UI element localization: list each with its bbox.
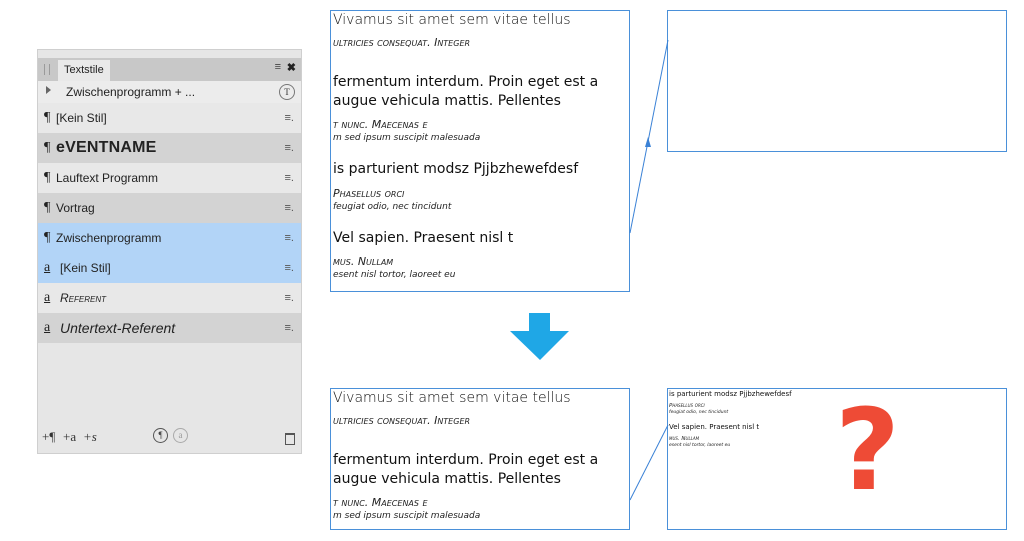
down-arrow-icon (510, 331, 569, 360)
text-thread-line-top (629, 39, 669, 234)
overlay-graphics (510, 39, 669, 501)
down-arrow-icon-stem (529, 313, 550, 331)
thread-arrow-icon (645, 137, 651, 147)
text-thread-line-bottom (629, 424, 669, 501)
